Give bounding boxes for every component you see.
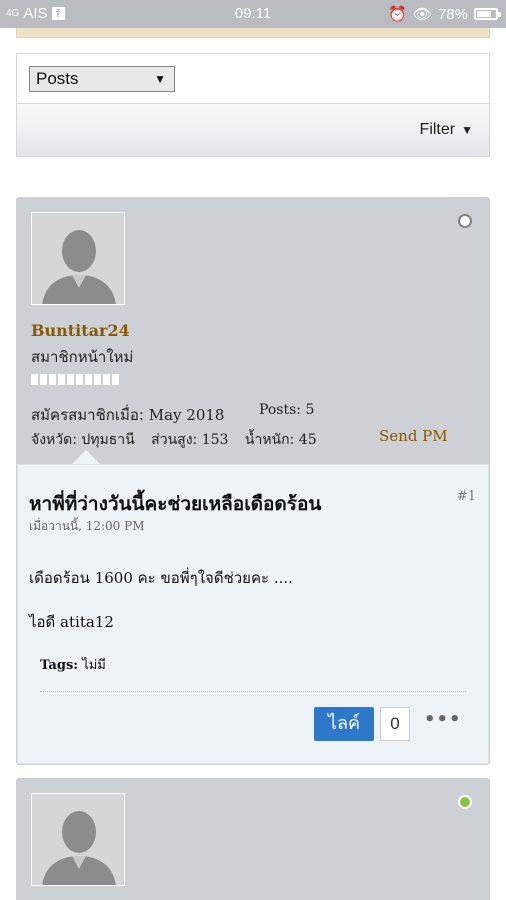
status-bar: 4G AIS f 09:11 ⏰ 👁 78%	[0, 0, 506, 28]
post-card	[16, 778, 490, 900]
select-value: Posts	[36, 69, 79, 88]
filter-bar: Filter ▼	[17, 104, 489, 156]
post-content: หาพี่ที่ว่างวันนี้คะช่วยเหลือเดือดร้อน #…	[17, 464, 489, 764]
divider	[40, 691, 466, 692]
user-title: สมาชิกหน้าใหม่	[31, 348, 134, 366]
post-title[interactable]: หาพี่ที่ว่างวันนี้คะช่วยเหลือเดือดร้อน	[29, 489, 321, 519]
user-details: จังหวัด: ปทุมธานี ส่วนสูง: 153 น้ำหนัก: …	[31, 429, 317, 451]
weight-value: 45	[298, 432, 317, 448]
post-count: Posts: 5	[259, 402, 314, 418]
top-banner	[16, 28, 490, 38]
battery-icon	[474, 8, 501, 20]
weight-label: น้ำหนัก:	[244, 432, 295, 448]
dropdown-arrow-icon: ▼	[154, 72, 166, 86]
post-count-label: Posts:	[259, 402, 301, 418]
post-number-link[interactable]: #1	[457, 489, 476, 504]
post-body-line: เดือดร้อน 1600 คะ ขอพี่ๆใจดีช่วยคะ ....	[29, 569, 293, 587]
join-date: สมัครสมาชิกเมื่อ: May 2018	[31, 403, 224, 427]
tags-value: ไม่มี	[82, 658, 106, 673]
default-avatar-icon	[32, 794, 124, 885]
province-label: จังหวัด:	[31, 432, 77, 448]
username-link[interactable]: Buntitar24	[31, 321, 130, 340]
province-value: ปทุมธานี	[81, 432, 135, 448]
status-right: ⏰ 👁 78%	[388, 5, 501, 23]
post-count-value: 5	[305, 402, 315, 418]
tags-label: Tags:	[40, 658, 79, 673]
offline-status-icon	[458, 214, 472, 228]
like-button[interactable]: ไลค์	[314, 707, 374, 741]
alarm-icon: ⏰	[388, 6, 407, 23]
join-date-label: สมัครสมาชิกเมื่อ:	[31, 406, 144, 424]
online-status-icon	[458, 795, 472, 809]
battery-fill	[477, 11, 491, 17]
default-avatar-icon	[32, 213, 124, 304]
height-label: ส่วนสูง:	[151, 432, 198, 448]
select-row: Posts ▼	[17, 54, 489, 104]
avatar[interactable]	[31, 793, 125, 886]
height-value: 153	[201, 432, 229, 448]
post-card: Buntitar24 สมาชิกหน้าใหม่ สมัครสมาชิกเมื…	[16, 197, 490, 765]
post-body-line: ไอดี atita12	[29, 613, 114, 631]
filter-button[interactable]: Filter ▼	[420, 121, 473, 138]
post-date: เมื่อวานนี้, 12:00 PM	[29, 519, 145, 533]
more-options-icon[interactable]: •••	[424, 709, 462, 730]
filter-caret-icon: ▼	[461, 123, 473, 137]
post-filter-panel: Posts ▼ Filter ▼	[16, 53, 490, 157]
battery-percent: 78%	[437, 5, 468, 23]
eye-icon: 👁	[412, 6, 432, 23]
post-type-select[interactable]: Posts ▼	[29, 66, 175, 92]
join-date-value: May 2018	[148, 406, 225, 424]
send-pm-link[interactable]: Send PM	[379, 427, 448, 445]
speech-caret	[72, 450, 100, 464]
avatar[interactable]	[31, 212, 125, 305]
like-count: 0	[380, 707, 410, 741]
post-tags: Tags: ไม่มี	[40, 654, 106, 675]
reputation-bar	[31, 374, 119, 385]
filter-label: Filter	[419, 121, 456, 138]
